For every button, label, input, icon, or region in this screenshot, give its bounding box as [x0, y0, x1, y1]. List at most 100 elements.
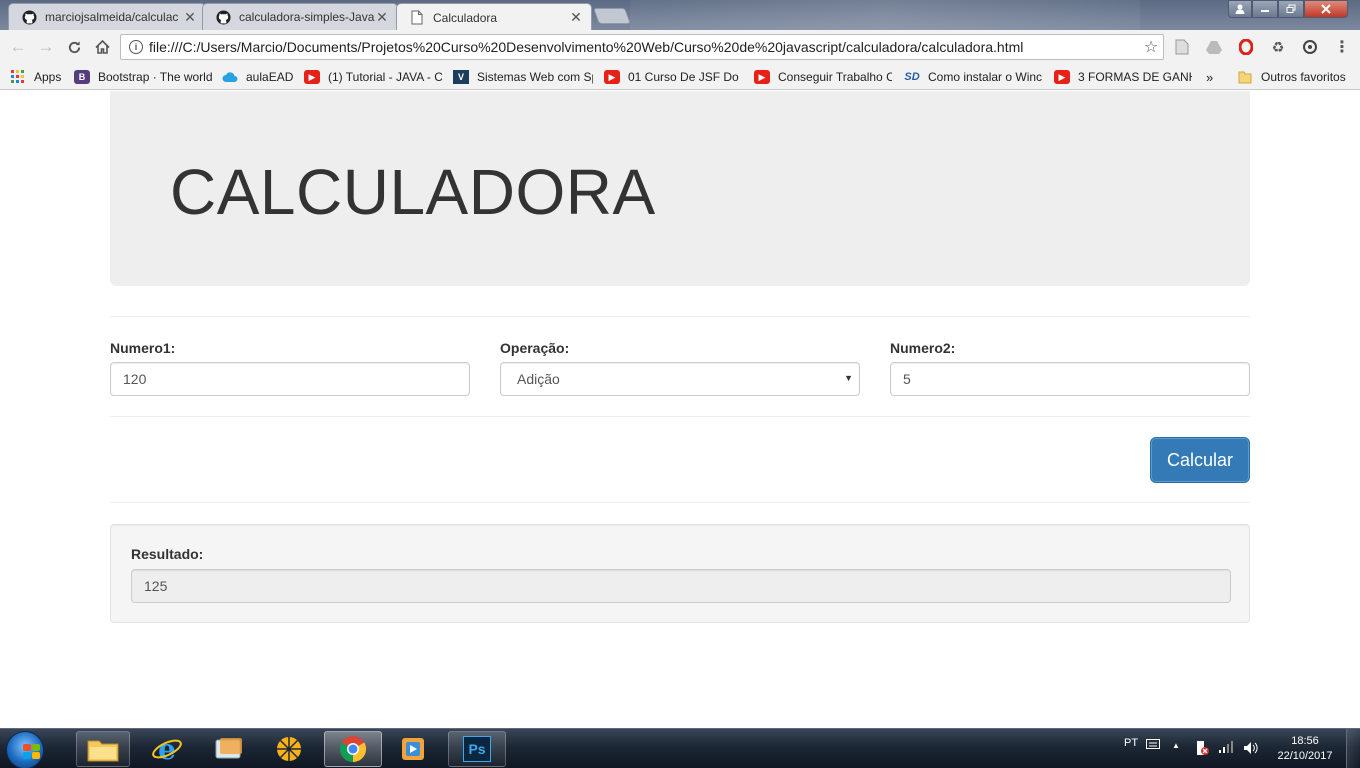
apps-grid-icon [10, 70, 26, 84]
numero1-input[interactable]: 120 [110, 362, 470, 396]
bookmark-curso-jsf[interactable]: ▶ 01 Curso De JSF Do Z [604, 68, 742, 86]
clock-date: 22/10/2017 [1277, 750, 1333, 762]
bookmark-bootstrap[interactable]: B Bootstrap · The world [74, 68, 214, 86]
bookmark-label: 01 Curso De JSF Do Z [628, 70, 742, 84]
info-icon[interactable]: i [129, 40, 143, 54]
bookmark-other-favorites[interactable]: Outros favoritos [1237, 68, 1346, 86]
operacao-select[interactable]: Adição ▼ [500, 362, 860, 396]
user-icon[interactable] [1228, 0, 1252, 18]
close-icon[interactable]: ✕ [375, 9, 389, 26]
close-window-icon[interactable] [1304, 0, 1348, 18]
sd-icon: SD [904, 71, 920, 83]
resultado-value: 125 [144, 578, 168, 594]
bookmark-3-formas[interactable]: ▶ 3 FORMAS DE GANH [1054, 68, 1192, 86]
tab-calculadora[interactable]: Calculadora ✕ [396, 3, 592, 31]
show-desktop-button[interactable] [1346, 729, 1360, 768]
language-indicator[interactable]: PT [1124, 737, 1138, 749]
keyboard-icon[interactable] [1146, 739, 1160, 752]
volume-icon[interactable] [1243, 741, 1259, 758]
numero2-input[interactable]: 5 [890, 362, 1250, 396]
window-controls [1228, 0, 1348, 18]
start-button[interactable] [6, 731, 44, 768]
bookmark-label: aulaEAD [246, 70, 294, 84]
tab-title: marciojsalmeida/calculac [45, 10, 179, 24]
pdf-icon[interactable] [1174, 39, 1190, 55]
cloud-icon [222, 70, 238, 84]
youtube-icon: ▶ [604, 70, 620, 84]
close-icon[interactable]: ✕ [183, 9, 197, 26]
divider [110, 416, 1250, 417]
media-player-icon[interactable] [386, 731, 440, 767]
drive-icon[interactable] [1206, 39, 1222, 55]
recycle-icon[interactable]: ♻ [1270, 39, 1286, 55]
windows-taskbar: e Ps PT ▲ 18:56 22/10/2017 [0, 728, 1360, 768]
photoshop-icon[interactable]: Ps [448, 731, 506, 767]
v-icon: V [453, 70, 469, 84]
address-bar[interactable]: i file:///C:/Users/Marcio/Documents/Proj… [120, 34, 1164, 60]
sync-icon[interactable] [1302, 39, 1318, 55]
tab-github-calculadora[interactable]: marciojsalmeida/calculac ✕ [8, 3, 206, 30]
media-center-icon[interactable] [202, 731, 256, 767]
bookmark-label: Apps [34, 70, 62, 84]
bookmark-label: Bootstrap · The world [98, 70, 213, 84]
photoshop-label: Ps [463, 736, 491, 762]
tab-title: calculadora-simples-Java [239, 10, 375, 24]
operacao-label: Operação: [500, 340, 570, 356]
bookmark-label: (1) Tutorial - JAVA - C [328, 70, 442, 84]
system-clock[interactable]: 18:56 22/10/2017 [1270, 734, 1340, 764]
clock-time: 18:56 [1291, 735, 1319, 747]
bookmarks-bar: Apps B Bootstrap · The world aulaEAD ▶ (… [0, 64, 1360, 90]
tab-github-calculadora-simples[interactable]: calculadora-simples-Java ✕ [202, 3, 398, 30]
svg-text:e: e [158, 734, 176, 764]
apps-bookmark[interactable]: Apps [10, 68, 61, 86]
bookmark-aulaead[interactable]: aulaEAD [222, 68, 296, 86]
bookmark-como-instalar[interactable]: SD Como instalar o Winc [904, 68, 1042, 86]
folder-icon [1237, 70, 1253, 84]
bookmark-label: Conseguir Trabalho C [778, 70, 892, 84]
bookmarks-overflow-button[interactable]: » [1206, 68, 1213, 86]
star-icon[interactable]: ☆ [1139, 37, 1163, 57]
bookmark-label: 3 FORMAS DE GANH [1078, 70, 1192, 84]
chrome-icon[interactable] [324, 731, 382, 767]
bookmark-tutorial-java[interactable]: ▶ (1) Tutorial - JAVA - C [304, 68, 442, 86]
menu-icon[interactable]: ⋮ [1334, 39, 1350, 56]
bookmark-sistemas-web[interactable]: V Sistemas Web com Sp [453, 68, 593, 86]
calcular-button[interactable]: Calcular [1150, 437, 1250, 483]
numero1-label: Numero1: [110, 340, 176, 356]
page-icon [409, 10, 425, 26]
winamp-icon[interactable] [262, 731, 316, 767]
opera-icon[interactable] [1238, 39, 1254, 55]
home-icon[interactable] [92, 37, 112, 57]
numero1-value: 120 [123, 371, 147, 387]
resultado-panel: Resultado: 125 [110, 524, 1250, 623]
bookmark-label: Como instalar o Winc [928, 70, 1042, 84]
restore-icon[interactable] [1278, 0, 1304, 18]
back-icon[interactable]: ← [8, 37, 28, 57]
tab-title: Calculadora [433, 10, 498, 25]
reload-icon[interactable] [64, 37, 84, 57]
browser-toolbar: ← → i file:///C:/Users/Marcio/Documents/… [0, 30, 1360, 64]
close-icon[interactable]: ✕ [569, 9, 583, 26]
bootstrap-icon: B [74, 70, 90, 84]
new-tab-button[interactable] [593, 8, 631, 24]
network-icon[interactable] [1218, 741, 1234, 756]
numero2-label: Numero2: [890, 340, 956, 356]
resultado-label: Resultado: [131, 546, 204, 562]
show-hidden-icons-icon[interactable]: ▲ [1172, 741, 1180, 750]
forward-icon[interactable]: → [36, 37, 56, 57]
divider [110, 502, 1250, 503]
page-title: CALCULADORA [170, 156, 656, 228]
minimize-icon[interactable] [1252, 0, 1278, 18]
operacao-value: Adição [517, 371, 560, 387]
bookmark-conseguir-trabalho[interactable]: ▶ Conseguir Trabalho C [754, 68, 892, 86]
action-center-icon[interactable] [1194, 740, 1210, 759]
jumbotron: CALCULADORA [110, 91, 1250, 286]
bookmark-label: Outros favoritos [1261, 70, 1346, 84]
resultado-output: 125 [131, 569, 1231, 603]
youtube-icon: ▶ [754, 70, 770, 84]
github-icon [215, 9, 231, 25]
caret-down-icon: ▼ [844, 373, 853, 383]
file-explorer-icon[interactable] [76, 731, 130, 767]
browser-tab-strip: marciojsalmeida/calculac ✕ calculadora-s… [0, 0, 1360, 31]
internet-explorer-icon[interactable]: e [140, 731, 194, 767]
